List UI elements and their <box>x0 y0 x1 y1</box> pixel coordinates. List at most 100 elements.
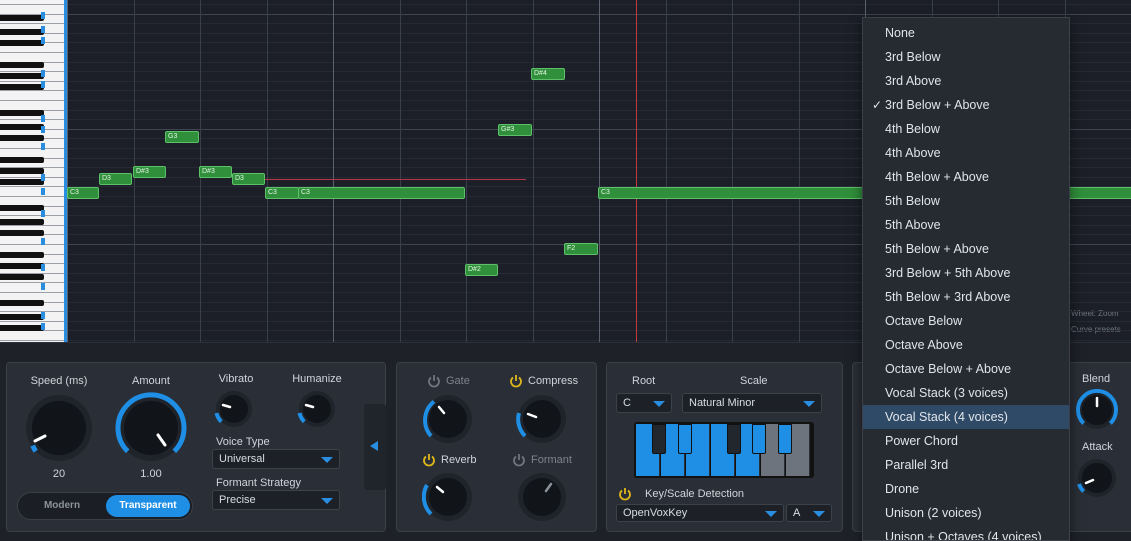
note-block[interactable]: D#2 <box>465 264 498 276</box>
menu-item[interactable]: Vocal Stack (4 voices) <box>863 405 1069 429</box>
amount-value: 1.00 <box>140 468 162 480</box>
menu-item[interactable]: 4th Below <box>863 117 1069 141</box>
black-key[interactable] <box>0 40 44 46</box>
grid-beat-line <box>266 0 268 342</box>
chevron-down-icon <box>321 457 333 463</box>
scale-key[interactable] <box>752 424 766 454</box>
note-block[interactable]: C3 <box>298 187 465 199</box>
formant-strategy-label: Formant Strategy <box>216 477 301 489</box>
chevron-down-icon <box>653 401 665 407</box>
menu-item[interactable]: Drone <box>863 477 1069 501</box>
speed-knob[interactable] <box>22 391 96 465</box>
scale-key[interactable] <box>727 424 741 454</box>
grid-beat-line <box>732 0 733 342</box>
menu-item[interactable]: Parallel 3rd <box>863 453 1069 477</box>
black-key[interactable] <box>0 263 44 269</box>
compress-knob[interactable] <box>516 393 568 445</box>
formant-power-icon[interactable] <box>512 453 526 467</box>
black-key[interactable] <box>0 73 44 79</box>
formant-knob[interactable] <box>516 471 568 523</box>
scale-key[interactable] <box>678 424 692 454</box>
menu-item[interactable]: 5th Below + 3rd Above <box>863 285 1069 309</box>
note-block[interactable]: C3 <box>67 187 99 199</box>
amount-knob[interactable] <box>114 391 188 465</box>
scale-key[interactable] <box>778 424 792 454</box>
vibrato-knob[interactable] <box>214 389 254 429</box>
menu-item[interactable]: Unison (2 voices) <box>863 501 1069 525</box>
black-key[interactable] <box>0 230 44 236</box>
blend-knob[interactable] <box>1076 389 1118 431</box>
menu-item[interactable]: Octave Above <box>863 333 1069 357</box>
black-key[interactable] <box>0 274 44 280</box>
gate-power-icon[interactable] <box>427 374 441 388</box>
menu-item[interactable]: 3rd Below <box>863 45 1069 69</box>
scale-key[interactable] <box>652 424 666 454</box>
note-block[interactable]: G#3 <box>498 124 532 136</box>
scale-label: Scale <box>740 375 768 387</box>
root-label: Root <box>632 375 656 387</box>
black-key[interactable] <box>0 252 44 258</box>
mode-modern-button[interactable]: Modern <box>20 495 104 517</box>
black-key[interactable] <box>0 84 44 90</box>
reverb-knob[interactable] <box>422 471 474 523</box>
note-block[interactable]: D#3 <box>133 166 166 178</box>
note-block[interactable]: F2 <box>564 243 598 255</box>
chevron-left-icon <box>370 441 378 451</box>
compress-power-icon[interactable] <box>509 374 523 388</box>
note-block[interactable]: D3 <box>232 173 265 185</box>
gate-knob[interactable] <box>422 393 474 445</box>
menu-item[interactable]: None <box>863 21 1069 45</box>
white-key-divider <box>0 340 64 341</box>
note-block[interactable]: D3 <box>99 173 132 185</box>
root-value: C <box>623 397 631 409</box>
black-key[interactable] <box>0 110 44 116</box>
voice-type-dropdown[interactable]: Universal <box>212 449 340 469</box>
menu-item[interactable]: 5th Below + Above <box>863 237 1069 261</box>
menu-item[interactable]: 5th Below <box>863 189 1069 213</box>
mode-transparent-button[interactable]: Transparent <box>106 495 190 517</box>
collapse-panel-button[interactable] <box>364 404 386 490</box>
menu-item[interactable]: 5th Above <box>863 213 1069 237</box>
menu-item[interactable]: 4th Above <box>863 141 1069 165</box>
black-key[interactable] <box>0 15 44 21</box>
detector-dropdown[interactable]: OpenVoxKey <box>616 504 784 522</box>
piano-keyboard[interactable] <box>0 0 67 342</box>
menu-item[interactable]: ✓ 3rd Below + Above <box>863 93 1069 117</box>
menu-item[interactable]: 3rd Below + 5th Above <box>863 261 1069 285</box>
note-block[interactable]: D#3 <box>199 166 232 178</box>
root-dropdown[interactable]: C <box>616 393 672 413</box>
menu-item[interactable]: Octave Below + Above <box>863 357 1069 381</box>
black-key[interactable] <box>0 124 44 130</box>
scale-dropdown[interactable]: Natural Minor <box>682 393 822 413</box>
menu-item[interactable]: Vocal Stack (3 voices) <box>863 381 1069 405</box>
menu-item-label: 3rd Below <box>885 50 941 64</box>
note-block[interactable]: C3 <box>265 187 299 199</box>
black-key[interactable] <box>0 325 44 331</box>
reverb-power-icon[interactable] <box>422 453 436 467</box>
humanize-knob[interactable] <box>297 389 337 429</box>
menu-item[interactable]: 3rd Above <box>863 69 1069 93</box>
black-key[interactable] <box>0 314 44 320</box>
menu-item[interactable]: Octave Below <box>863 309 1069 333</box>
scale-keyboard[interactable] <box>634 422 814 478</box>
menu-item[interactable]: Power Chord <box>863 429 1069 453</box>
black-key[interactable] <box>0 29 44 35</box>
attack-knob[interactable] <box>1076 457 1118 499</box>
black-key[interactable] <box>0 62 44 68</box>
black-key[interactable] <box>0 157 44 163</box>
menu-item[interactable]: 4th Below + Above <box>863 165 1069 189</box>
playhead[interactable] <box>636 0 637 342</box>
note-block[interactable]: G3 <box>165 131 199 143</box>
black-key[interactable] <box>0 179 44 185</box>
black-key[interactable] <box>0 300 44 306</box>
grid-beat-line <box>67 0 68 342</box>
detection-power-icon[interactable] <box>618 487 632 501</box>
detected-key-dropdown[interactable]: A <box>786 504 832 522</box>
black-key[interactable] <box>0 219 44 225</box>
black-key[interactable] <box>0 205 44 211</box>
black-key[interactable] <box>0 168 44 174</box>
note-block[interactable]: D#4 <box>531 68 565 80</box>
black-key[interactable] <box>0 135 44 141</box>
menu-item[interactable]: Unison + Octaves (4 voices) <box>863 525 1069 540</box>
formant-strategy-dropdown[interactable]: Precise <box>212 490 340 510</box>
